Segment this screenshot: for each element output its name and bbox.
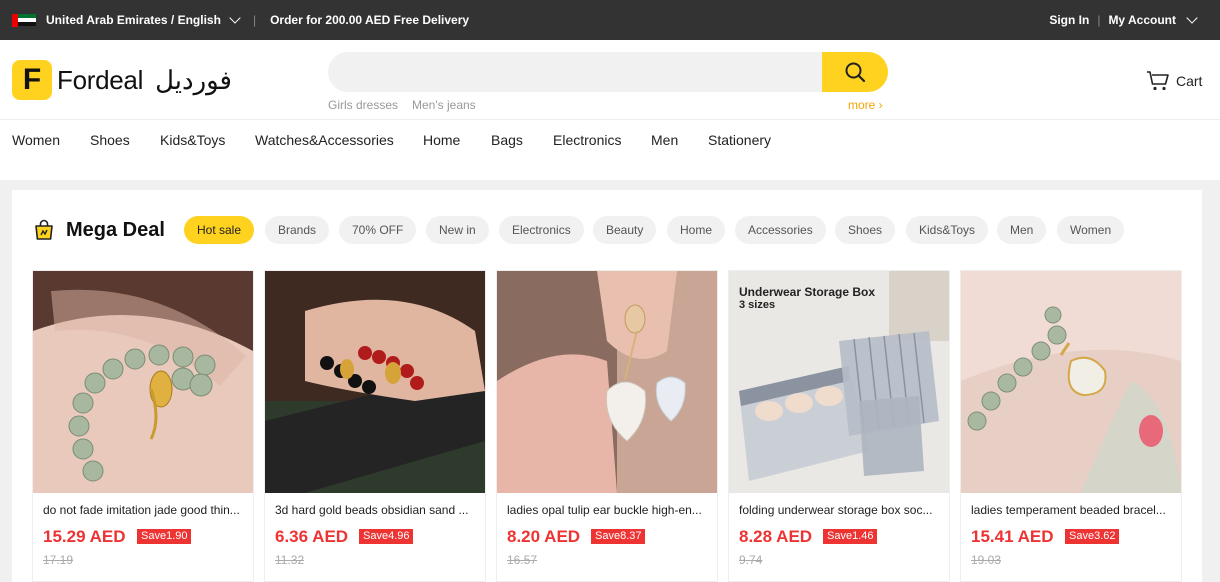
mega-deal-section: Mega Deal Hot sale Brands 70% OFF New in… [12, 190, 1202, 582]
cart-button[interactable]: Cart [1146, 70, 1202, 92]
search-icon [845, 62, 866, 83]
product-title[interactable]: ladies opal tulip ear buckle high-en... [507, 503, 707, 517]
product-image[interactable] [961, 271, 1181, 493]
save-badge: Save1.90 [137, 529, 192, 544]
chip-new-in[interactable]: New in [426, 216, 489, 244]
search-button[interactable] [822, 52, 888, 92]
save-badge: Save4.96 [359, 529, 414, 544]
product-card[interactable]: 3d hard gold beads obsidian sand ... 6.3… [264, 270, 486, 582]
nav-item-stationery[interactable]: Stationery [708, 132, 771, 148]
product-card[interactable]: ladies temperament beaded bracel... 15.4… [960, 270, 1182, 582]
chip-kids-toys[interactable]: Kids&Toys [906, 216, 989, 244]
chip-70-off[interactable]: 70% OFF [339, 216, 417, 244]
chip-hot-sale[interactable]: Hot sale [184, 216, 255, 244]
original-price: 16.57 [507, 553, 538, 567]
chip-women[interactable]: Women [1057, 216, 1125, 244]
locale-selector[interactable]: United Arab Emirates / English [46, 13, 221, 27]
product-title[interactable]: ladies temperament beaded bracel... [971, 503, 1171, 517]
chip-shoes[interactable]: Shoes [835, 216, 896, 244]
hot-word[interactable]: Girls dresses [328, 98, 398, 112]
save-badge: Save3.62 [1065, 529, 1120, 544]
chip-beauty[interactable]: Beauty [593, 216, 657, 244]
product-image[interactable] [497, 271, 717, 493]
original-price: 19.03 [971, 553, 1002, 567]
product-price: 8.28 AED [739, 527, 813, 546]
nav-item-bags[interactable]: Bags [491, 132, 523, 148]
divider: | [1097, 13, 1101, 27]
chip-accessories[interactable]: Accessories [735, 216, 826, 244]
cart-icon [1147, 71, 1169, 91]
search-bar [328, 52, 888, 92]
product-price: 15.29 AED [43, 527, 126, 546]
product-card[interactable]: do not fade imitation jade good thin... … [32, 270, 254, 582]
image-subcaption: 3 sizes [739, 299, 776, 311]
product-title[interactable]: do not fade imitation jade good thin... [43, 503, 243, 517]
chip-electronics[interactable]: Electronics [499, 216, 584, 244]
nav-item-electronics[interactable]: Electronics [553, 132, 621, 148]
nav-item-kids-toys[interactable]: Kids&Toys [160, 132, 225, 148]
product-price: 15.41 AED [971, 527, 1054, 546]
logo-text: Fordeal [57, 64, 144, 95]
mega-deal-title: Mega Deal [66, 218, 165, 241]
top-bar: United Arab Emirates / English | Order f… [0, 0, 1220, 40]
product-card[interactable]: Underwear Storage Box 3 sizes folding un… [728, 270, 950, 582]
product-image[interactable] [265, 271, 485, 493]
chip-home[interactable]: Home [667, 216, 726, 244]
nav-item-women[interactable]: Women [12, 132, 60, 148]
shopping-bag-icon [35, 219, 53, 240]
nav-item-watches-accessories[interactable]: Watches&Accessories [255, 132, 394, 148]
my-account-link[interactable]: My Account [1108, 13, 1176, 27]
logo-arabic-text: فورديل [155, 64, 232, 95]
product-card[interactable]: ladies opal tulip ear buckle high-en... … [496, 270, 718, 582]
nav-item-shoes[interactable]: Shoes [90, 132, 130, 148]
original-price: 9.74 [739, 553, 763, 567]
nav-item-men[interactable]: Men [651, 132, 678, 148]
chevron-down-icon[interactable] [1186, 12, 1198, 24]
free-delivery-promo: Order for 200.00 AED Free Delivery [270, 13, 470, 27]
mega-deal-header: Mega Deal [32, 216, 165, 244]
hot-word[interactable]: Men's jeans [412, 98, 476, 112]
cart-label: Cart [1176, 73, 1203, 89]
product-image[interactable] [33, 271, 253, 493]
sign-in-link[interactable]: Sign In [1049, 13, 1089, 27]
chip-brands[interactable]: Brands [265, 216, 330, 244]
product-image[interactable]: Underwear Storage Box 3 sizes [729, 271, 949, 493]
product-price: 8.20 AED [507, 527, 581, 546]
chip-men[interactable]: Men [997, 216, 1047, 244]
product-price: 6.36 AED [275, 527, 349, 546]
chevron-down-icon[interactable] [229, 12, 241, 24]
original-price: 11.32 [275, 553, 305, 567]
hot-search-words: Girls dresses Men's jeans [328, 98, 490, 112]
nav-item-home[interactable]: Home [423, 132, 460, 148]
uae-flag-icon [12, 13, 36, 27]
product-title[interactable]: folding underwear storage box soc... [739, 503, 939, 517]
divider: | [252, 13, 257, 27]
image-caption: Underwear Storage Box [739, 285, 876, 299]
search-input[interactable] [328, 52, 822, 92]
more-link[interactable]: more › [848, 98, 883, 112]
original-price: 17.19 [43, 553, 74, 567]
category-nav: Women Shoes Kids&Toys Watches&Accessorie… [0, 120, 1220, 180]
save-badge: Save1.46 [823, 529, 878, 544]
fordeal-logo[interactable]: F Fordeal فورديل [12, 60, 232, 100]
header: F Fordeal فورديل Girls dresses Men's jea… [0, 40, 1220, 120]
save-badge: Save8.37 [591, 529, 646, 544]
logo-mark: F [12, 60, 52, 100]
product-title[interactable]: 3d hard gold beads obsidian sand ... [275, 503, 475, 517]
